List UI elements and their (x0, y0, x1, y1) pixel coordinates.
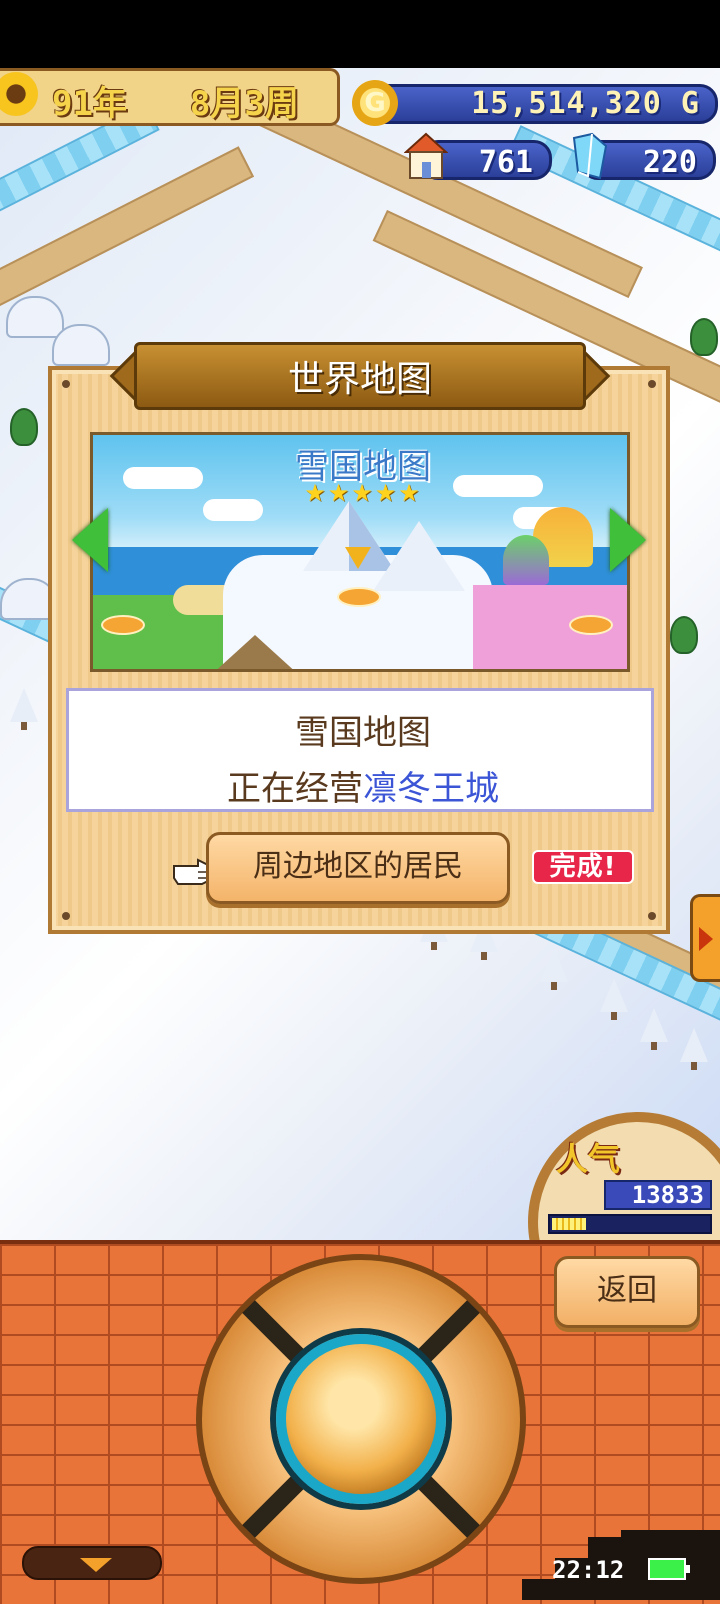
date-display: 91年 8月3周 (52, 76, 299, 125)
snow-mountain (373, 521, 465, 591)
money-amount: 15,514,320 G (471, 86, 700, 121)
igloo[interactable] (6, 296, 64, 338)
pine-tree (10, 408, 38, 446)
crystal-count: 220 (642, 145, 697, 180)
next-map-arrow-icon[interactable] (610, 508, 646, 572)
map-info-box: 雪国地图 正在经营凛冬王城 (66, 688, 654, 812)
dialog-title-banner: 世界地图 (109, 336, 611, 416)
back-button[interactable]: 返回 (554, 1256, 700, 1328)
current-location-pin (345, 547, 371, 569)
map-star-rating: ★★★★★ (304, 479, 422, 507)
dpad-center-button[interactable] (276, 1334, 446, 1504)
house-icon (404, 132, 448, 179)
info-map-name: 雪国地图 (295, 713, 431, 753)
managing-city: 凛冬王城 (363, 769, 499, 809)
snow-tree (540, 948, 568, 990)
side-panel-tab[interactable] (690, 894, 720, 982)
map-preview[interactable]: 雪国地图 ★★★★★ (90, 432, 630, 672)
menu-toggle-chevron-icon[interactable] (22, 1546, 162, 1580)
year-text: 91年 (52, 84, 127, 124)
managing-status: 正在经营凛冬王城 (69, 761, 657, 810)
status-bar (0, 0, 720, 68)
popularity-bar-fill (552, 1218, 586, 1230)
dialog-title: 世界地图 (287, 359, 432, 400)
igloo[interactable] (52, 324, 110, 366)
clock: 22:12 (552, 1556, 625, 1584)
snow-tree (600, 978, 628, 1020)
gold-coin-icon: G (352, 80, 398, 126)
managing-prefix: 正在经营 (227, 769, 363, 809)
snow-tree (680, 1028, 708, 1070)
map-location-marker[interactable] (101, 615, 145, 635)
prev-map-arrow-icon[interactable] (72, 508, 108, 572)
battery-icon (648, 1558, 690, 1580)
snow-tree (10, 688, 38, 730)
map-location-marker[interactable] (569, 615, 613, 635)
complete-badge: 完成! (532, 850, 634, 884)
pine-tree (690, 318, 718, 356)
pine-tree (670, 616, 698, 654)
popularity-bar (548, 1214, 712, 1234)
nearby-residents-button[interactable]: 周边地区的居民 (206, 832, 510, 904)
month-week-text: 8月3周 (189, 84, 299, 124)
snow-tree (640, 1008, 668, 1050)
houses-count: 761 (478, 145, 533, 180)
popularity-value: 13833 (604, 1180, 712, 1210)
candy-dome (503, 535, 549, 585)
map-location-marker[interactable] (337, 587, 381, 607)
crystal-icon (572, 132, 608, 180)
brown-hill (211, 635, 299, 669)
popularity-label: 人气 (556, 1140, 621, 1178)
